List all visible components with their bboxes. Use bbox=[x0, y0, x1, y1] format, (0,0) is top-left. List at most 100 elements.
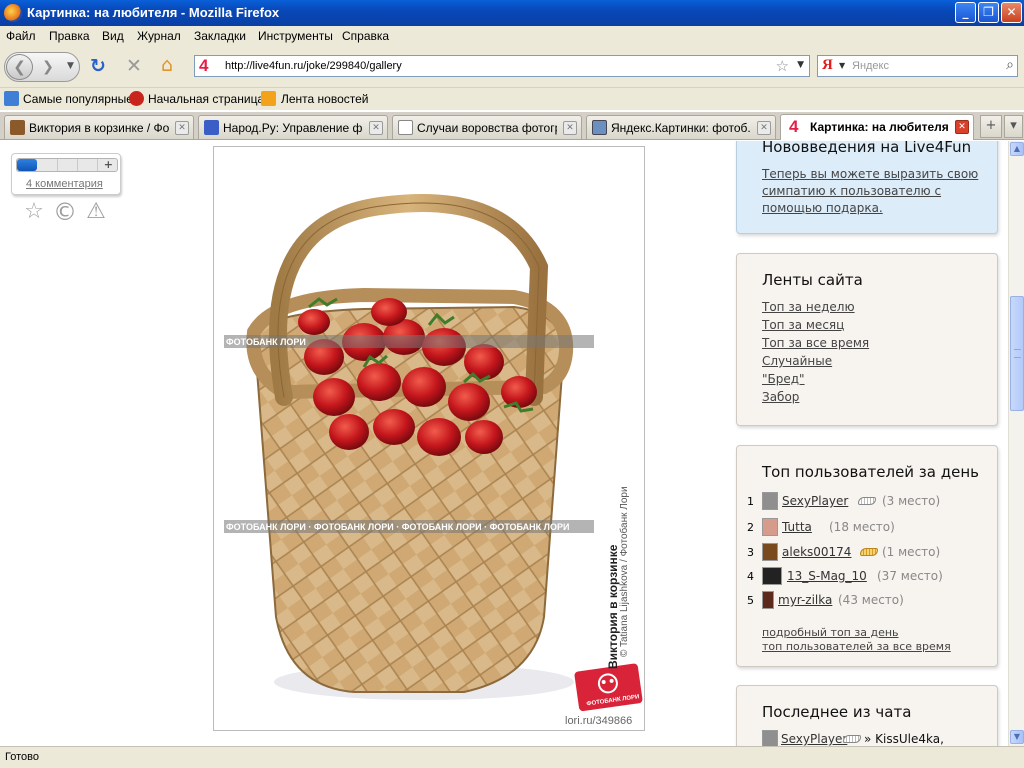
address-bar[interactable]: 4 http://live4fun.ru/joke/299840/gallery… bbox=[194, 55, 810, 77]
page-content: + 4 комментария ☆ © ⚠ ФОТОБАНК ЛОРИ ФОТО… bbox=[0, 141, 1008, 746]
top-user-row: 5 myr-zilka (43 место) bbox=[747, 590, 987, 612]
tab-close-icon[interactable]: ✕ bbox=[757, 121, 771, 135]
back-forward-group: ❮ ❯ ▼ bbox=[4, 52, 80, 82]
history-dropdown-icon[interactable]: ▼ bbox=[67, 61, 74, 71]
popular-bookmark-icon bbox=[4, 91, 19, 106]
url-dropdown-icon[interactable]: ▼ bbox=[797, 60, 804, 70]
menu-tools[interactable]: Инструменты bbox=[258, 29, 333, 43]
rank-number: 4 bbox=[747, 570, 754, 583]
tab-label: Случаи воровства фотогр... bbox=[417, 121, 557, 135]
tab-label: Яндекс.Картинки: фотоб... bbox=[611, 121, 751, 135]
scroll-thumb[interactable] bbox=[1010, 296, 1024, 411]
svg-text:ФОТОБАНК ЛОРИ · ФОТОБАНК ЛОРИ: ФОТОБАНК ЛОРИ · ФОТОБАНК ЛОРИ · ФОТОБАНК… bbox=[226, 522, 569, 532]
username-link[interactable]: myr-zilka bbox=[778, 593, 832, 607]
feed-link-nonsense[interactable]: "Бред" bbox=[762, 372, 805, 386]
user-avatar[interactable] bbox=[762, 591, 774, 609]
reload-icon[interactable]: ↻ bbox=[90, 56, 106, 76]
user-avatar[interactable] bbox=[762, 543, 778, 561]
tab-close-icon[interactable]: ✕ bbox=[369, 121, 383, 135]
bookmark-start-page[interactable]: Начальная страница bbox=[148, 92, 264, 106]
copyright-icon[interactable]: © bbox=[52, 199, 78, 225]
tab-live4fun-active[interactable]: 4 Картинка: на любителя ✕ bbox=[780, 114, 974, 140]
silver-wings-icon bbox=[858, 497, 876, 505]
menu-bar: Файл Правка Вид Журнал Закладки Инструме… bbox=[0, 26, 1024, 46]
watermark-text: ФОТОБАНК ЛОРИ bbox=[226, 337, 306, 347]
detailed-top-link[interactable]: подробный топ за день bbox=[762, 626, 899, 639]
minimize-button[interactable]: _ bbox=[955, 2, 976, 23]
bookmark-news-feed[interactable]: Лента новостей bbox=[281, 92, 369, 106]
tab-favicon-icon bbox=[10, 120, 25, 135]
username-link[interactable]: 13_S-Mag_10 bbox=[787, 569, 867, 583]
scroll-up-icon[interactable]: ▲ bbox=[1010, 142, 1024, 156]
search-magnifier-icon[interactable]: ⌕ bbox=[1006, 57, 1014, 73]
menu-view[interactable]: Вид bbox=[102, 29, 124, 43]
new-tab-button[interactable]: + bbox=[980, 115, 1002, 138]
close-window-button[interactable]: ✕ bbox=[1001, 2, 1022, 23]
tab-close-icon[interactable]: ✕ bbox=[175, 121, 189, 135]
username-link[interactable]: Tutta bbox=[782, 520, 812, 534]
engine-dropdown-icon[interactable]: ▼ bbox=[839, 61, 845, 70]
favorite-star-icon[interactable]: ☆ bbox=[21, 199, 47, 225]
list-all-tabs-button[interactable]: ▾ bbox=[1004, 115, 1023, 138]
vertical-scrollbar[interactable]: ▲ ▼ bbox=[1008, 141, 1024, 746]
tab-close-icon[interactable]: ✕ bbox=[563, 121, 577, 135]
silver-wings-icon bbox=[843, 735, 861, 743]
live4fun-favicon-icon: 4 bbox=[789, 117, 799, 136]
feed-link-alltime[interactable]: Топ за все время bbox=[762, 336, 869, 350]
start-page-icon bbox=[129, 91, 144, 106]
chat-message-text: » KissUle4ka, bbox=[864, 732, 944, 746]
rating-bar[interactable]: + bbox=[16, 158, 118, 172]
chat-panel: Последнее из чата SexyPlayer » KissUle4k… bbox=[736, 685, 998, 746]
search-bar[interactable]: Я ▼ Яндекс ⌕ bbox=[817, 55, 1018, 77]
user-avatar[interactable] bbox=[762, 567, 782, 585]
search-input[interactable]: Яндекс bbox=[852, 60, 889, 72]
stop-icon[interactable]: ✕ bbox=[126, 56, 142, 76]
tab-close-icon[interactable]: ✕ bbox=[955, 120, 969, 134]
back-button[interactable]: ❮ bbox=[6, 54, 33, 80]
feeds-title: Ленты сайта bbox=[762, 271, 863, 289]
user-place: (1 место) bbox=[882, 545, 941, 559]
url-text[interactable]: http://live4fun.ru/joke/299840/gallery bbox=[225, 60, 402, 72]
bookmark-popular[interactable]: Самые популярные bbox=[23, 92, 133, 106]
user-avatar[interactable] bbox=[762, 730, 778, 746]
menu-file[interactable]: Файл bbox=[6, 29, 36, 43]
firefox-logo-icon bbox=[4, 4, 22, 22]
feed-link-month[interactable]: Топ за месяц bbox=[762, 318, 844, 332]
rss-feed-icon bbox=[261, 91, 276, 106]
news-text-link[interactable]: Теперь вы можете выразить свою симпатию … bbox=[762, 166, 992, 217]
photo-caption-credit: © Tatiana Lijashkova / Фотобанк Лори bbox=[619, 486, 630, 657]
menu-edit[interactable]: Правка bbox=[49, 29, 90, 43]
feed-link-random[interactable]: Случайные bbox=[762, 354, 832, 368]
user-avatar[interactable] bbox=[762, 492, 778, 510]
feed-link-fence[interactable]: Забор bbox=[762, 390, 799, 404]
scroll-down-icon[interactable]: ▼ bbox=[1010, 730, 1024, 744]
user-avatar[interactable] bbox=[762, 518, 778, 536]
chat-message: SexyPlayer » KissUle4ka, bbox=[762, 729, 1002, 746]
tab-narod[interactable]: Народ.Ру: Управление фа... ✕ bbox=[198, 115, 388, 139]
feed-link-week[interactable]: Топ за неделю bbox=[762, 300, 855, 314]
menu-history[interactable]: Журнал bbox=[137, 29, 181, 43]
menu-help[interactable]: Справка bbox=[342, 29, 389, 43]
yandex-engine-icon[interactable]: Я bbox=[822, 57, 833, 74]
news-title: Нововведения на Live4Fun bbox=[762, 141, 972, 156]
username-link[interactable]: SexyPlayer bbox=[782, 494, 848, 508]
rating-plus-icon[interactable]: + bbox=[104, 159, 113, 171]
gallery-photo[interactable]: ФОТОБАНК ЛОРИ ФОТОБАНК ЛОРИ · ФОТОБАНК Л… bbox=[213, 146, 645, 731]
tab-yandex-images[interactable]: Яндекс.Картинки: фотоб... ✕ bbox=[586, 115, 776, 139]
tab-photo-theft[interactable]: Случаи воровства фотогр... ✕ bbox=[392, 115, 582, 139]
menu-bookmarks[interactable]: Закладки bbox=[194, 29, 246, 43]
username-link[interactable]: aleks00174 bbox=[782, 545, 851, 559]
user-place: (37 место) bbox=[877, 569, 943, 583]
rating-widget: + 4 комментария bbox=[11, 153, 121, 195]
comments-link[interactable]: 4 комментария bbox=[26, 178, 103, 190]
feeds-panel: Ленты сайта Топ за неделю Топ за месяц Т… bbox=[736, 253, 998, 426]
rating-fill bbox=[17, 159, 37, 171]
alltime-top-link[interactable]: топ пользователей за все время bbox=[762, 640, 951, 653]
chat-username-link[interactable]: SexyPlayer bbox=[781, 732, 847, 746]
tab-victoria[interactable]: Виктория в корзинке / Фо... ✕ bbox=[4, 115, 194, 139]
forward-button[interactable]: ❯ bbox=[37, 58, 59, 78]
maximize-button[interactable]: ❐ bbox=[978, 2, 999, 23]
report-warning-icon[interactable]: ⚠ bbox=[83, 199, 109, 225]
bookmark-star-icon[interactable]: ☆ bbox=[776, 57, 789, 75]
home-icon[interactable]: ⌂ bbox=[161, 55, 173, 75]
